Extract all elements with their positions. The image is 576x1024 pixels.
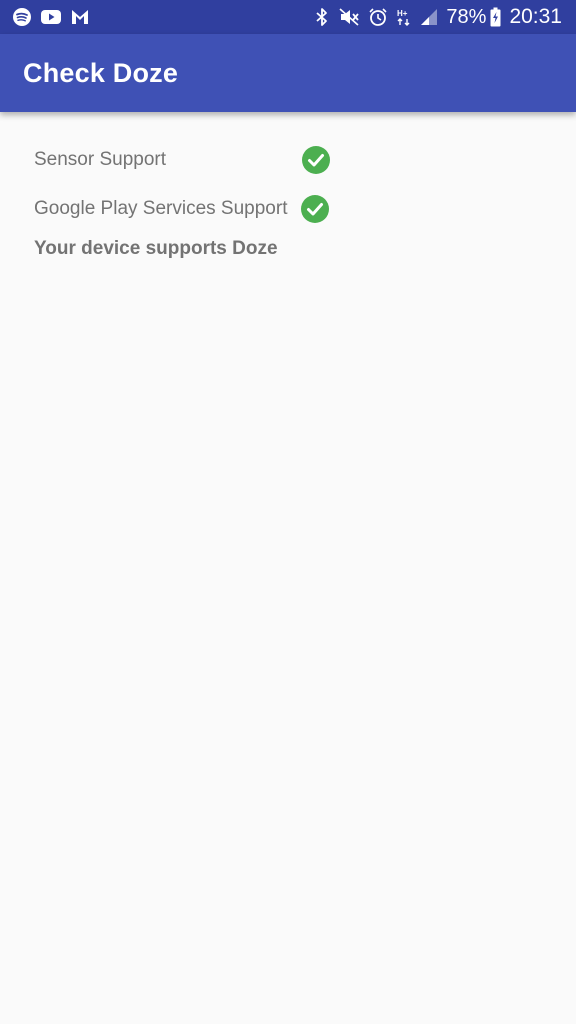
data-icon: H+: [396, 7, 412, 27]
clock: 20:31: [509, 5, 562, 28]
spotify-icon: [12, 7, 32, 27]
bluetooth-icon: [314, 7, 330, 27]
status-left-icons: [12, 7, 98, 27]
app-bar: Check Doze: [0, 34, 576, 112]
status-bar: H+ 78% 20:31: [0, 0, 576, 34]
signal-icon: [420, 8, 438, 26]
doze-check-list: Sensor Support Google Play Services Supp…: [34, 140, 554, 260]
alarm-icon: [368, 7, 388, 27]
check-circle-icon: [302, 146, 331, 174]
check-label: Sensor Support: [34, 149, 167, 170]
doze-support-summary: Your device supports Doze: [34, 238, 278, 259]
youtube-icon: [40, 8, 62, 26]
mute-icon: [338, 7, 360, 27]
check-row-play-services: Google Play Services Support: [34, 189, 554, 229]
check-label: Google Play Services Support: [34, 198, 288, 219]
mail-icon: [70, 8, 90, 26]
battery-icon: [490, 7, 501, 27]
status-right-icons: H+ 78% 20:31: [306, 5, 562, 29]
svg-text:H+: H+: [397, 9, 408, 18]
page-title: Check Doze: [23, 57, 179, 88]
battery-percentage: 78%: [446, 5, 487, 28]
check-row-sensor: Sensor Support: [34, 140, 554, 180]
check-circle-icon: [301, 195, 330, 223]
